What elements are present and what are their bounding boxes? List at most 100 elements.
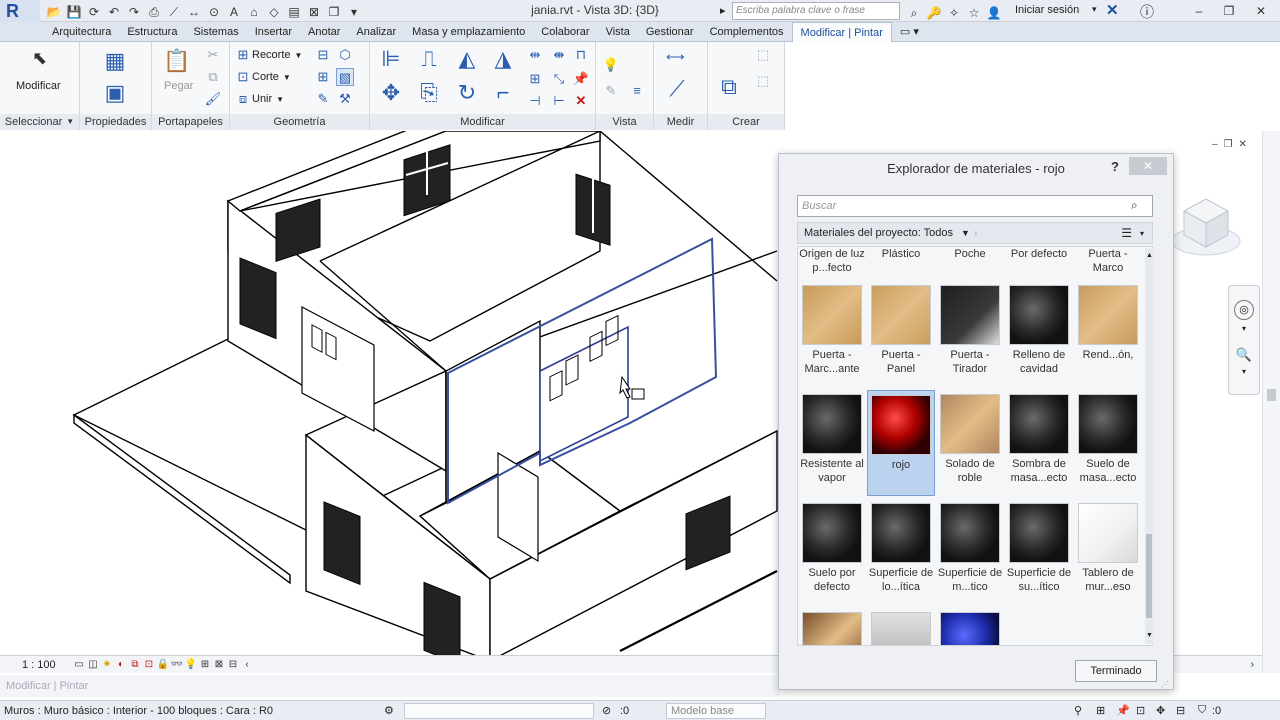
mirror-axis-icon[interactable]: ◭	[452, 44, 482, 74]
workset-dropdown[interactable]	[404, 702, 594, 719]
restore-window-button[interactable]: ❐	[1214, 0, 1244, 22]
select-pinned-icon[interactable]: 📌	[1116, 704, 1130, 717]
material-item[interactable]: Suelo por defecto	[798, 499, 866, 605]
visual-style-icon[interactable]: ◫	[86, 656, 100, 674]
demolish-icon[interactable]: ⊞	[314, 68, 332, 86]
help-icon[interactable]: ?	[1111, 159, 1127, 174]
copy-icon[interactable]: ⧉	[204, 68, 222, 86]
filter-icon[interactable]: ⛉	[1198, 704, 1206, 717]
material-item[interactable]: Puerta - Panel	[867, 281, 935, 387]
copy-element-icon[interactable]: ⎘	[414, 78, 444, 108]
cut-geometry-button[interactable]: ⊡ Corte ▼	[234, 68, 291, 86]
signin-button[interactable]: Iniciar sesión	[1015, 4, 1079, 16]
tab-analizar[interactable]: Analizar	[348, 22, 404, 42]
material-item[interactable]: Sombra de masa...ecto	[1005, 390, 1073, 496]
trim-single-icon[interactable]: ⊢	[550, 92, 568, 110]
binoculars-icon[interactable]: ⌕	[905, 4, 923, 22]
view-scale[interactable]: 1 : 100	[22, 659, 72, 671]
pin-icon[interactable]: 📌	[572, 70, 590, 88]
material-library-breadcrumb[interactable]: Materiales del proyecto: Todos ▼ › ☰ ▾	[797, 222, 1153, 244]
shadows-icon[interactable]: ◐	[114, 656, 128, 674]
close-window-button[interactable]: ✕	[1246, 0, 1276, 22]
revit-app-menu-button[interactable]: R	[0, 0, 40, 22]
align-icon[interactable]: ⊫	[376, 44, 406, 74]
tab-vista[interactable]: Vista	[598, 22, 638, 42]
temp-hide-icon[interactable]: 👓	[170, 656, 184, 674]
minimize-window-button[interactable]: –	[1184, 0, 1214, 22]
material-item[interactable]: Suelo de masa...ecto	[1074, 390, 1142, 496]
measure-between-icon[interactable]: ⟷	[666, 48, 685, 66]
scroll-left-icon[interactable]: ‹	[240, 656, 254, 674]
create-assembly-icon[interactable]: ⬚	[754, 72, 772, 90]
paste-icon[interactable]: 📋	[162, 46, 192, 76]
tab-masa-emplazamiento[interactable]: Masa y emplazamiento	[404, 22, 533, 42]
match-properties-icon[interactable]: 🖌	[204, 90, 222, 108]
sync-icon[interactable]: ⟳	[85, 3, 103, 21]
analytical-model-icon[interactable]: ⊠	[212, 656, 226, 674]
tab-colaborar[interactable]: Colaborar	[533, 22, 597, 42]
print-icon[interactable]: ⎙	[145, 3, 163, 21]
section-icon[interactable]: ◇	[265, 3, 283, 21]
crop-view-icon[interactable]: ⧉	[128, 656, 142, 674]
steering-wheel-icon[interactable]: ◎	[1234, 300, 1254, 320]
detail-level-icon[interactable]: ▭	[72, 656, 86, 674]
background-processes-icon[interactable]: ⊟	[1176, 704, 1185, 717]
unpin-icon[interactable]: ⊓	[572, 46, 590, 64]
resize-grip-icon[interactable]: ⋰	[1161, 680, 1169, 689]
close-hidden-icon[interactable]: ⊠	[305, 3, 323, 21]
chevron-down-icon[interactable]: ▾	[1234, 367, 1254, 376]
view-options-icon[interactable]: ☰	[1121, 226, 1132, 240]
tab-insertar[interactable]: Insertar	[247, 22, 300, 42]
aligned-dimension-icon[interactable]: ⟋	[662, 74, 692, 104]
open-icon[interactable]: 📂	[45, 3, 63, 21]
line-work-icon[interactable]: ✎	[314, 90, 332, 108]
exchange-apps-icon[interactable]: ✕	[1106, 1, 1119, 19]
mirror-draw-icon[interactable]: ◮	[488, 44, 518, 74]
tab-arquitectura[interactable]: Arquitectura	[44, 22, 119, 42]
join-button[interactable]: ⧈ Unir ▼	[234, 90, 284, 108]
material-item[interactable]: Superficie de su...ítico	[1005, 499, 1073, 605]
material-item[interactable]: Solado de roble	[936, 390, 1004, 496]
tab-anotar[interactable]: Anotar	[300, 22, 348, 42]
undo-icon[interactable]: ↶	[105, 3, 123, 21]
scroll-right-icon[interactable]: ›	[1251, 659, 1254, 670]
paint-icon[interactable]: ▧	[336, 68, 354, 86]
material-item[interactable]	[798, 608, 866, 645]
temp-properties-icon[interactable]: ⊞	[198, 656, 212, 674]
user-icon[interactable]: 👤	[985, 4, 1003, 22]
chevron-down-icon[interactable]: ▾	[1140, 229, 1144, 238]
help-icon[interactable]: ⓘ	[1140, 2, 1154, 22]
show-crop-icon[interactable]: ⊡	[142, 656, 156, 674]
material-item[interactable]: Resistente al vapor	[798, 390, 866, 496]
tab-gestionar[interactable]: Gestionar	[638, 22, 702, 42]
signin-chevron-icon[interactable]: ▾	[1092, 4, 1097, 15]
panel-label-seleccionar[interactable]: Seleccionar ▼	[0, 114, 79, 130]
text-icon[interactable]: A	[225, 3, 243, 21]
zoom-region-icon[interactable]: 🔍	[1234, 347, 1254, 363]
scrollbar-thumb[interactable]	[1146, 534, 1152, 618]
thin-lines-icon[interactable]: ▤	[285, 3, 303, 21]
material-item[interactable]	[867, 608, 935, 645]
dimension-icon[interactable]: ↔	[185, 3, 203, 21]
type-properties-icon[interactable]: ▣	[100, 78, 130, 108]
view-minimize-icon[interactable]: –	[1212, 139, 1218, 150]
select-by-face-icon[interactable]: ⊡	[1136, 704, 1145, 717]
cursor-icon[interactable]: ⬉	[32, 48, 47, 69]
material-item[interactable]: Tablero de mur...eso	[1074, 499, 1142, 605]
chevron-down-icon[interactable]: ▾	[1234, 324, 1254, 333]
material-item[interactable]: Superficie de lo...ítica	[867, 499, 935, 605]
material-item[interactable]	[936, 608, 1004, 645]
viewcube[interactable]	[1170, 191, 1242, 263]
rotate-icon[interactable]: ↻	[452, 78, 482, 108]
trim-multiple-icon[interactable]: ⊣	[526, 92, 544, 110]
material-item[interactable]: Puerta - Marco	[1074, 247, 1142, 275]
select-links-icon[interactable]: ⚲	[1074, 704, 1082, 717]
properties-icon[interactable]: ▦	[100, 46, 130, 76]
viewport-vertical-scrollbar[interactable]	[1262, 131, 1280, 673]
save-icon[interactable]: 💾	[65, 3, 83, 21]
override-graphics-icon[interactable]: ✎	[602, 82, 620, 100]
redo-icon[interactable]: ↷	[125, 3, 143, 21]
trim-extend-icon[interactable]: ⌐	[488, 78, 518, 108]
subscription-icon[interactable]: 🔑	[925, 4, 943, 22]
create-group-icon[interactable]: ⬚	[754, 46, 772, 64]
